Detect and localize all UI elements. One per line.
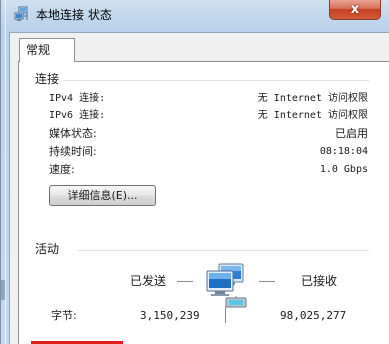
bytes-label: 字节: — [51, 309, 77, 322]
window-title: 本地连接 状态 — [36, 8, 112, 22]
connection-divider — [63, 80, 369, 81]
status-dialog: 本地连接 状态 x 常规 连接 IPv4 连接: 无 Internet 访问权限… — [0, 0, 389, 344]
network-computers-icon — [206, 263, 247, 308]
bytes-received-value: 98,025,277 — [280, 309, 347, 322]
duration-value: 08:18:04 — [319, 146, 368, 157]
connection-section-title: 连接 — [35, 72, 60, 86]
activity-divider — [78, 250, 369, 251]
ipv6-value: 无 Internet 访问权限 — [257, 110, 368, 121]
media-state-label: 媒体状态: — [49, 127, 97, 140]
ipv6-label: IPv6 连接: — [49, 110, 106, 121]
title-bar[interactable]: 本地连接 状态 x — [1, 0, 389, 32]
received-line — [259, 281, 275, 282]
bytes-sent-value: 3,150,239 — [140, 309, 200, 322]
ipv4-value: 无 Internet 访问权限 — [257, 93, 368, 104]
ipv4-label: IPv4 连接: — [49, 93, 106, 104]
network-connection-icon — [14, 6, 28, 21]
sent-label: 已发送 — [130, 274, 167, 288]
activity-section-title: 活动 — [35, 242, 60, 256]
speed-value: 1.0 Gbps — [319, 164, 368, 175]
received-label: 已接收 — [301, 274, 338, 288]
media-state-value: 已启用 — [335, 127, 368, 140]
details-button[interactable]: 详细信息(E)... — [49, 185, 156, 206]
network-line — [225, 307, 226, 323]
window-frame-edge — [5, 0, 6, 344]
sent-line — [177, 281, 193, 282]
tab-general[interactable]: 常规 — [19, 38, 75, 62]
close-button[interactable]: x — [329, 0, 381, 20]
speed-label: 速度: — [49, 163, 75, 176]
frame-handle — [1, 280, 5, 300]
duration-label: 持续时间: — [49, 145, 97, 158]
